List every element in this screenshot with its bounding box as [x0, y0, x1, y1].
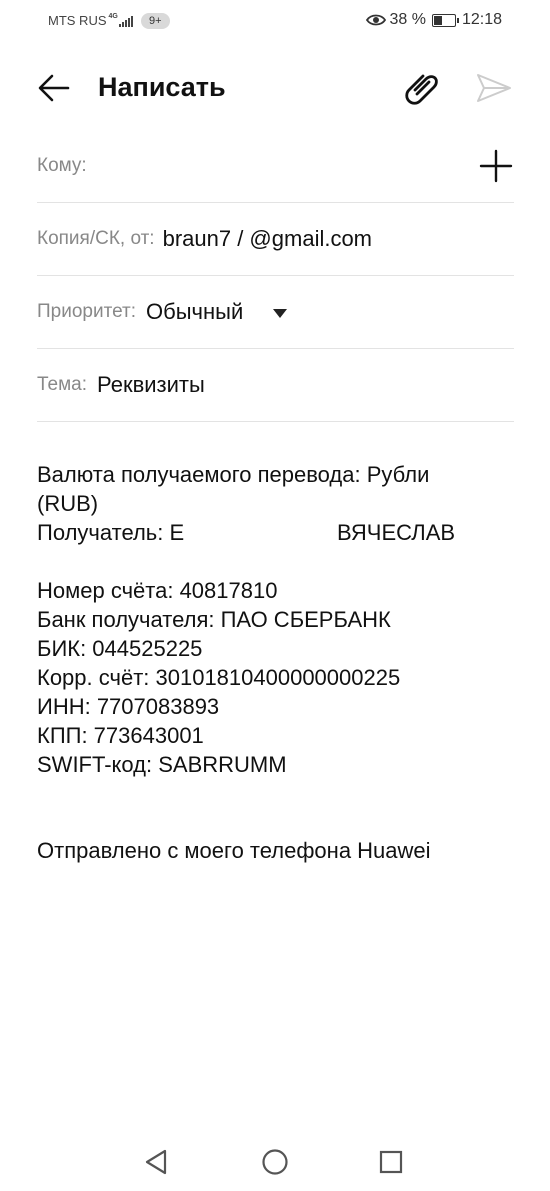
message-body[interactable]: Валюта получаемого перевода: Рубли (RUB)…	[37, 460, 517, 779]
carrier: MTS RUS 4G	[48, 13, 133, 28]
priority-value: Обычный	[146, 299, 244, 324]
nav-home-button[interactable]	[255, 1142, 295, 1182]
subject-field[interactable]: Тема: Реквизиты	[37, 349, 514, 422]
triangle-back-icon	[145, 1149, 167, 1175]
send-icon	[477, 74, 511, 102]
battery-icon	[431, 13, 459, 27]
to-field[interactable]: Кому:	[37, 130, 514, 203]
cc-value: braun7 / @gmail.com	[162, 226, 373, 251]
back-button[interactable]	[32, 66, 76, 110]
status-bar: MTS RUS 4G 9+ 38 % 12:18	[0, 0, 550, 42]
arrow-left-icon	[38, 74, 70, 102]
attach-button[interactable]	[398, 64, 446, 112]
battery-percent: 38 %	[389, 11, 426, 28]
priority-field[interactable]: Приоритет: Обычный	[37, 276, 514, 349]
cc-field[interactable]: Копия/СК, от: braun7 / @gmail.com	[37, 203, 514, 276]
priority-label: Приоритет:	[37, 301, 136, 322]
page-title: Написать	[98, 72, 226, 102]
status-right: 38 % 12:18	[366, 11, 502, 29]
subject-value: Реквизиты	[97, 372, 205, 397]
to-label: Кому:	[37, 155, 87, 176]
eye-icon	[366, 14, 387, 26]
network-type: 4G	[108, 13, 118, 20]
paperclip-icon	[405, 74, 438, 105]
clock: 12:18	[461, 11, 502, 28]
signal-icon	[118, 14, 133, 27]
subject-label: Тема:	[37, 374, 88, 395]
signature[interactable]: Отправлено с моего телефона Huawei	[37, 838, 431, 864]
nav-recents-button[interactable]	[371, 1142, 411, 1182]
carrier-name: MTS RUS	[48, 13, 107, 28]
caret-down-icon[interactable]	[273, 308, 288, 318]
plus-icon	[479, 149, 513, 183]
send-button[interactable]	[470, 64, 518, 112]
add-recipient-button[interactable]	[478, 148, 514, 184]
nav-back-button[interactable]	[136, 1142, 176, 1182]
square-recents-icon	[379, 1150, 403, 1174]
notification-badge: 9+	[141, 13, 170, 29]
navigation-bar	[0, 1130, 550, 1191]
cc-label: Копия/СК, от:	[37, 228, 155, 249]
circle-home-icon	[262, 1149, 288, 1175]
